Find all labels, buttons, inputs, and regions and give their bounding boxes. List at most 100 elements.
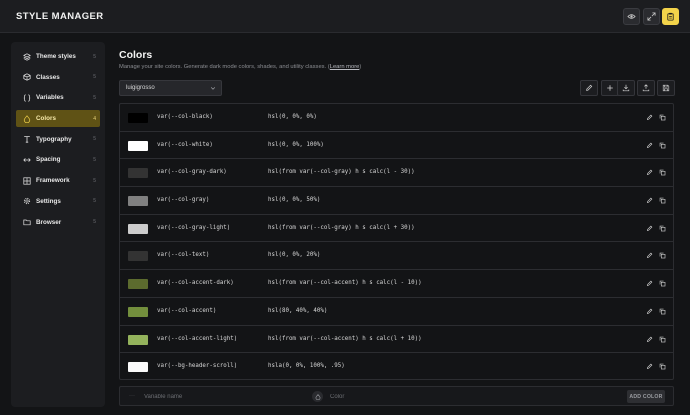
color-value: hsl(0, 0%, 20%)	[268, 252, 321, 259]
sidebar-item-label: Colors	[36, 115, 56, 123]
pencil-icon	[647, 308, 653, 314]
color-variable-name: var(--col-accent-light)	[157, 335, 238, 342]
color-row: var(--col-accent-dark) hsl(from var(--co…	[120, 270, 673, 298]
sidebar-item-label: Browser	[36, 218, 62, 226]
copy-color-button[interactable]	[657, 140, 668, 151]
color-variable-name: var(--bg-header-scroll)	[157, 363, 238, 370]
copy-icon	[659, 280, 666, 287]
copy-color-button[interactable]	[657, 334, 668, 345]
edit-color-button[interactable]	[644, 250, 655, 261]
color-swatch[interactable]	[128, 334, 148, 345]
color-row: var(--col-accent) hsl(80, 40%, 40%)	[120, 298, 673, 326]
arrows-h-icon	[23, 158, 31, 162]
sidebar-item-settings[interactable]: Settings 5	[16, 193, 100, 210]
sidebar-item-count: 4	[93, 115, 96, 122]
color-variable-name: var(--col-white)	[157, 141, 213, 148]
color-row: var(--col-gray) hsl(0, 0%, 50%)	[120, 187, 673, 215]
sidebar-item-browser[interactable]: Browser 5	[16, 214, 100, 231]
color-swatch[interactable]	[128, 196, 148, 207]
expand-icon	[647, 12, 656, 21]
color-swatch[interactable]	[128, 223, 148, 234]
copy-icon	[659, 170, 666, 176]
color-variable-name: var(--col-accent)	[157, 307, 217, 314]
clipboard-button[interactable]	[662, 8, 679, 25]
color-swatch[interactable]	[128, 279, 148, 290]
upload-icon	[642, 84, 650, 92]
sidebar-item-spacing[interactable]: Spacing 5	[16, 151, 100, 168]
edit-color-button[interactable]	[644, 195, 655, 206]
copy-color-button[interactable]	[657, 250, 668, 261]
upload-button[interactable]	[637, 80, 655, 96]
page-title: Colors	[119, 49, 153, 61]
sidebar-item-count: 5	[93, 198, 96, 205]
copy-icon	[659, 253, 666, 259]
copy-color-button[interactable]	[657, 195, 668, 206]
copy-color-button[interactable]	[657, 112, 668, 123]
copy-color-button[interactable]	[657, 167, 668, 178]
sidebar-item-count: 5	[93, 94, 96, 101]
color-swatch[interactable]	[128, 251, 148, 262]
learn-more-link[interactable]: Learn more	[330, 64, 360, 70]
folder-icon	[23, 219, 31, 226]
save-icon	[662, 84, 670, 92]
type-icon	[24, 136, 30, 143]
pencil-icon	[647, 253, 653, 259]
palette-select[interactable]: luigigrosso	[119, 80, 222, 96]
sidebar-item-typography[interactable]: Typography 5	[16, 131, 100, 148]
color-row: var(--bg-header-scroll) hsla(0, 0%, 100%…	[120, 353, 673, 379]
sidebar-item-count: 5	[93, 156, 96, 163]
sidebar-item-colors[interactable]: Colors 4	[16, 110, 100, 128]
pencil-icon	[647, 363, 653, 370]
sidebar-item-theme-styles[interactable]: Theme styles 5	[16, 48, 100, 65]
pencil-icon	[647, 170, 653, 176]
sidebar-item-classes[interactable]: Classes 5	[16, 69, 100, 86]
save-button[interactable]	[657, 80, 675, 96]
copy-icon	[659, 308, 666, 315]
gear-icon	[23, 198, 31, 205]
copy-color-button[interactable]	[657, 361, 668, 372]
plus-icon	[607, 85, 613, 91]
download-button[interactable]	[617, 80, 635, 96]
palette-select-value: luigigrosso	[126, 85, 155, 91]
color-swatch[interactable]	[128, 362, 148, 373]
pencil-icon	[647, 336, 653, 342]
sidebar-item-count: 5	[93, 74, 96, 81]
edit-color-button[interactable]	[644, 334, 655, 345]
edit-color-button[interactable]	[644, 306, 655, 317]
sidebar-item-label: Settings	[36, 197, 61, 205]
color-variable-name: var(--col-gray-light)	[157, 224, 231, 231]
edit-color-button[interactable]	[644, 223, 655, 234]
chevron-down-icon	[210, 87, 216, 90]
color-swatch[interactable]	[128, 168, 148, 179]
copy-icon	[659, 114, 666, 121]
color-value: hsl(0, 0%, 50%)	[268, 197, 321, 204]
edit-color-button[interactable]	[644, 140, 655, 151]
color-swatch[interactable]	[128, 113, 148, 123]
clipboard-icon	[667, 12, 674, 21]
edit-color-button[interactable]	[644, 361, 655, 372]
edit-color-button[interactable]	[644, 167, 655, 178]
color-row: var(--col-accent-light) hsl(from var(--c…	[120, 326, 673, 354]
page-subtitle: Manage your site colors. Generate dark m…	[119, 64, 362, 70]
add-color-button[interactable]: ADD COLOR	[627, 390, 665, 403]
copy-color-button[interactable]	[657, 278, 668, 289]
variable-name-input[interactable]	[144, 391, 304, 402]
pencil-icon	[647, 280, 653, 287]
sidebar-item-variables[interactable]: Variables 5	[16, 89, 100, 106]
color-swatch[interactable]	[128, 306, 148, 317]
preview-button[interactable]	[623, 8, 640, 25]
color-value-input[interactable]	[330, 391, 480, 402]
sidebar-item-framework[interactable]: Framework 5	[16, 172, 100, 189]
sidebar-item-count: 5	[93, 53, 96, 60]
expand-button[interactable]	[643, 8, 660, 25]
sidebar-nav: Theme styles 5 Classes 5 Variables 5 Col…	[11, 42, 105, 407]
droplet-icon	[23, 114, 31, 123]
edit-palette-button[interactable]	[580, 80, 598, 96]
layers-icon	[23, 52, 31, 61]
color-swatch[interactable]	[128, 140, 148, 151]
color-picker-button[interactable]	[312, 391, 323, 402]
edit-color-button[interactable]	[644, 112, 655, 123]
copy-color-button[interactable]	[657, 223, 668, 234]
edit-color-button[interactable]	[644, 278, 655, 289]
copy-color-button[interactable]	[657, 306, 668, 317]
